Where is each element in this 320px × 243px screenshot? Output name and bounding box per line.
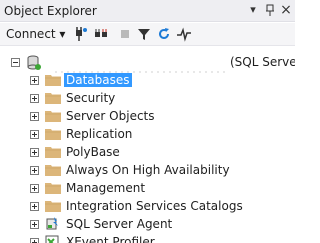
tree-node-databases[interactable]: Databases xyxy=(0,71,295,89)
tree-node-xevent-profiler[interactable]: XEvent Profiler xyxy=(0,233,295,243)
folder-icon xyxy=(45,200,61,212)
panel-titlebar: Object Explorer ▾ × xyxy=(0,0,295,22)
activity-monitor-icon[interactable] xyxy=(176,26,192,42)
panel-title: Object Explorer xyxy=(4,4,97,18)
expand-expander-icon[interactable] xyxy=(30,76,39,85)
folder-icon xyxy=(45,92,61,104)
connect-dropdown-button[interactable]: Connect ▾ xyxy=(6,27,65,41)
tree-node-label: SQL Server Agent xyxy=(66,217,173,231)
folder-icon xyxy=(45,110,61,122)
expand-expander-icon[interactable] xyxy=(30,166,39,175)
disconnect-icon[interactable] xyxy=(93,26,109,42)
tree-node-server-objects[interactable]: Server Objects xyxy=(0,107,295,125)
filter-icon[interactable] xyxy=(136,26,152,42)
tree-node-label: Always On High Availability xyxy=(66,163,230,177)
object-explorer-tree: (SQL Server Databases Security Server Obje… xyxy=(0,47,295,243)
folder-icon xyxy=(45,74,61,86)
expand-expander-icon[interactable] xyxy=(30,130,39,139)
expand-expander-icon[interactable] xyxy=(30,220,39,229)
close-icon[interactable]: × xyxy=(279,3,293,17)
expand-expander-icon[interactable] xyxy=(30,238,39,243)
tree-node-label: XEvent Profiler xyxy=(66,235,155,243)
folder-icon xyxy=(45,164,61,176)
expand-expander-icon[interactable] xyxy=(30,112,39,121)
object-explorer-toolbar: Connect ▾ xyxy=(0,23,295,46)
tree-node-polybase[interactable]: PolyBase xyxy=(0,143,295,161)
stop-icon[interactable] xyxy=(117,26,133,42)
tree-node-label: Integration Services Catalogs xyxy=(66,199,243,213)
tree-node-label: Databases xyxy=(64,73,132,87)
tree-node-security[interactable]: Security xyxy=(0,89,295,107)
expand-expander-icon[interactable] xyxy=(30,184,39,193)
tree-node-label: Server Objects xyxy=(66,109,155,123)
server-connected-icon xyxy=(26,55,42,71)
xevent-profiler-icon xyxy=(45,235,61,243)
tree-node-label: Replication xyxy=(66,127,133,141)
window-position-dropdown-icon[interactable]: ▾ xyxy=(246,3,260,17)
auto-hide-pin-icon[interactable] xyxy=(263,3,277,17)
tree-node-integration-services-catalogs[interactable]: Integration Services Catalogs xyxy=(0,197,295,215)
refresh-icon[interactable] xyxy=(156,26,172,42)
folder-icon xyxy=(45,182,61,194)
folder-icon xyxy=(45,128,61,140)
collapse-expander-icon[interactable] xyxy=(11,58,20,67)
server-node[interactable]: (SQL Server xyxy=(0,51,295,73)
tree-node-label: Security xyxy=(66,91,116,105)
expand-expander-icon[interactable] xyxy=(30,202,39,211)
folder-icon xyxy=(45,146,61,158)
server-label: (SQL Server xyxy=(230,55,295,69)
tree-node-always-on-high-availability[interactable]: Always On High Availability xyxy=(0,161,295,179)
redacted-server-name xyxy=(55,63,225,73)
tree-node-replication[interactable]: Replication xyxy=(0,125,295,143)
connect-icon[interactable] xyxy=(73,26,89,42)
tree-node-label: Management xyxy=(66,181,146,195)
expand-expander-icon[interactable] xyxy=(30,94,39,103)
expand-expander-icon[interactable] xyxy=(30,148,39,157)
tree-node-management[interactable]: Management xyxy=(0,179,295,197)
sql-agent-icon xyxy=(45,217,61,230)
tree-node-sql-server-agent[interactable]: SQL Server Agent xyxy=(0,215,295,233)
tree-node-label: PolyBase xyxy=(66,145,120,159)
